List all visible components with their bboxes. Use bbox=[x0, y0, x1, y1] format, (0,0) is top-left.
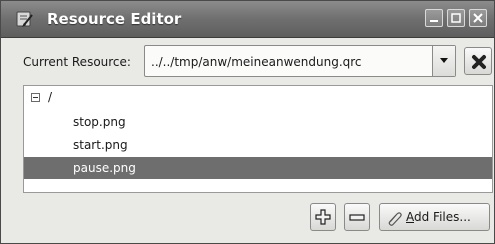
paperclip-icon bbox=[388, 212, 402, 226]
chevron-down-icon bbox=[440, 58, 448, 63]
maximize-icon bbox=[451, 13, 461, 23]
remove-resource-button[interactable] bbox=[464, 47, 492, 75]
add-files-button[interactable]: Add Files... bbox=[379, 203, 490, 231]
tree-item-stop[interactable]: stop.png bbox=[24, 111, 492, 133]
tree-root-node[interactable]: / bbox=[24, 88, 492, 106]
tree-item-start[interactable]: start.png bbox=[24, 134, 492, 156]
title-bar[interactable]: Resource Editor bbox=[1, 1, 494, 38]
add-files-label: Add Files... bbox=[406, 210, 471, 224]
minimize-button[interactable] bbox=[425, 9, 443, 27]
plus-icon bbox=[315, 209, 331, 225]
window-title: Resource Editor bbox=[47, 10, 182, 28]
resource-editor-icon bbox=[15, 9, 35, 29]
add-prefix-button[interactable] bbox=[310, 203, 336, 231]
close-icon bbox=[473, 13, 483, 23]
tree-item-pause[interactable]: pause.png bbox=[24, 157, 492, 179]
resource-editor-window: Resource Editor Current Resource: ../../… bbox=[0, 0, 495, 244]
tree-item-label: pause.png bbox=[73, 161, 136, 175]
current-resource-label: Current Resource: bbox=[23, 55, 131, 69]
minus-icon bbox=[349, 214, 365, 221]
resource-tree[interactable]: / stop.png start.png pause.png bbox=[23, 85, 493, 193]
collapse-toggle-icon[interactable] bbox=[31, 93, 40, 102]
tree-item-label: start.png bbox=[73, 138, 128, 152]
remove-x-icon bbox=[472, 55, 486, 69]
combo-dropdown-button[interactable] bbox=[432, 46, 455, 76]
remove-item-button[interactable] bbox=[344, 203, 370, 231]
minimize-icon bbox=[430, 20, 438, 22]
maximize-button[interactable] bbox=[447, 9, 465, 27]
tree-root-label: / bbox=[48, 90, 53, 104]
current-resource-value: ../../tmp/anw/meineanwendung.qrc bbox=[151, 55, 362, 69]
current-resource-combo[interactable]: ../../tmp/anw/meineanwendung.qrc bbox=[144, 45, 456, 77]
close-button[interactable] bbox=[469, 9, 487, 27]
tree-item-label: stop.png bbox=[73, 115, 126, 129]
